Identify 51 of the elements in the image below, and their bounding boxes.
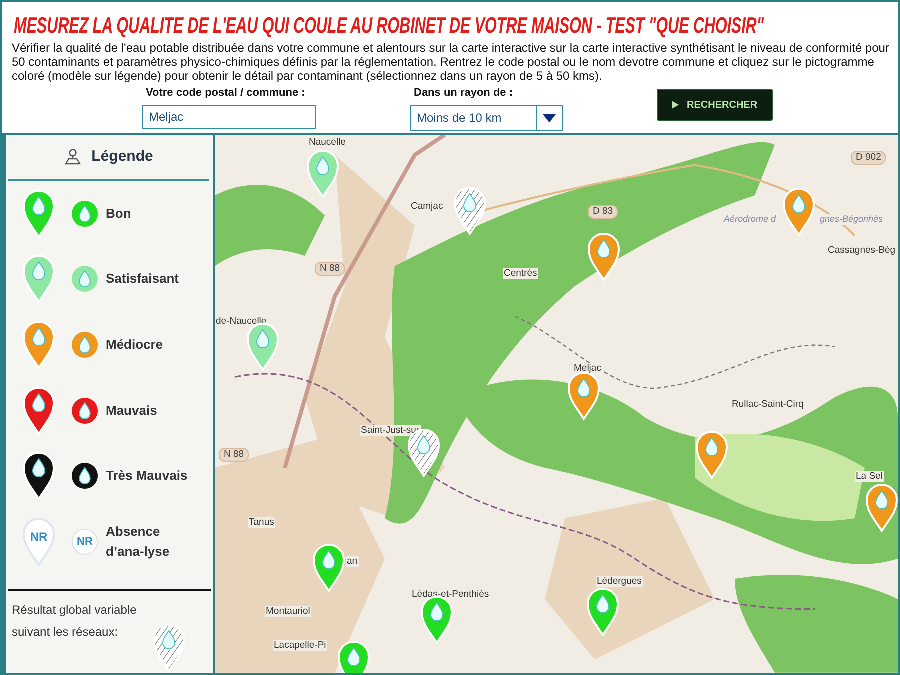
place-label: an	[346, 556, 359, 568]
place-label: Saint-Just-sur	[360, 425, 421, 436]
place-label: Tanus	[248, 517, 276, 528]
place-label: Camjac	[410, 201, 444, 212]
postal-label: Votre code postal / commune :	[146, 86, 306, 102]
play-icon	[672, 101, 679, 110]
legend-label: Médiocre	[106, 336, 164, 354]
striped-marker[interactable]	[453, 186, 487, 236]
water-drop-marker[interactable]	[695, 430, 729, 480]
striped-marker-icon	[152, 623, 186, 674]
place-label: gnes-Bégonhès	[819, 214, 884, 226]
place-label: Cassagnes-Bég	[827, 245, 897, 256]
water-drop-marker[interactable]	[865, 483, 898, 534]
legend-label: Bon	[106, 204, 132, 223]
water-drop-marker[interactable]	[782, 187, 816, 238]
radius-label: Dans un rayon de :	[414, 86, 514, 102]
nr-marker: NR	[22, 517, 56, 568]
place-label: Montauriol	[265, 606, 312, 618]
water-drop-marker[interactable]	[312, 543, 346, 594]
radius-dropdown[interactable]: Moins de 10 km	[410, 104, 563, 131]
place-label: de-Naucelle	[215, 316, 268, 328]
legend-label: Absence d’ana-lyse	[106, 523, 171, 562]
place-label: Lédergues	[596, 576, 643, 588]
water-drop-marker[interactable]	[586, 587, 620, 638]
water-drop-marker[interactable]	[306, 149, 340, 200]
water-drop-marker[interactable]	[567, 371, 601, 422]
legend-title: Légende	[92, 146, 154, 167]
place-label: Rullac-Saint-Cirq	[731, 399, 805, 410]
water-drop-marker[interactable]	[587, 232, 621, 282]
radius-value: Moins de 10 km	[417, 110, 503, 127]
page-title: MESUREZ LA QUALITE DE L'EAU QUI COULE AU ROBINET DE VOTRE MAISON - TEST "QUE CHOISIR"	[14, 13, 764, 41]
road-label: N 88	[219, 448, 250, 462]
legend-label: Mauvais	[106, 402, 158, 420]
road-label: D 902	[851, 151, 886, 166]
map-person-icon	[64, 148, 82, 166]
place-label: Aérodrome d	[723, 214, 778, 226]
road-label: N 88	[315, 262, 346, 276]
place-label: Meljac	[573, 363, 602, 374]
legend-label: Satisfaisant	[106, 270, 180, 288]
description-paragraph: Vérifier la qualité de l'eau potable distribuée dans votre commune et alentours sur la carte interactive sur la carte interactive synthétisant le niveau de conformité pour 50 contaminants et paramètres physico-chimiques définis par la réglementation. Rentrez le code postal ou le nom devotre commune et cliquez sur le pictogramme coloré (modèle sur légende) pour obtenir le détail par contaminant (sélectionnez dans un rayon de 5 à 50 kms).	[12, 41, 890, 84]
place-label: La Sel	[855, 471, 884, 482]
road-label: D 83	[588, 205, 618, 220]
legend-note: Résultat global variable suivant les réseaux:	[12, 602, 138, 642]
place-label: Lacapelle-Pi	[273, 640, 328, 652]
place-label: Naucelle	[308, 137, 347, 148]
search-button[interactable]: RECHERCHER	[657, 89, 773, 122]
place-label: Lédas-et-Penthiès	[411, 589, 490, 600]
postal-input-field[interactable]: Meljac	[142, 104, 316, 129]
nr-badge: NR	[72, 529, 98, 556]
place-label: Centrès	[503, 268, 538, 280]
legend-label: Très Mauvais	[106, 467, 189, 486]
